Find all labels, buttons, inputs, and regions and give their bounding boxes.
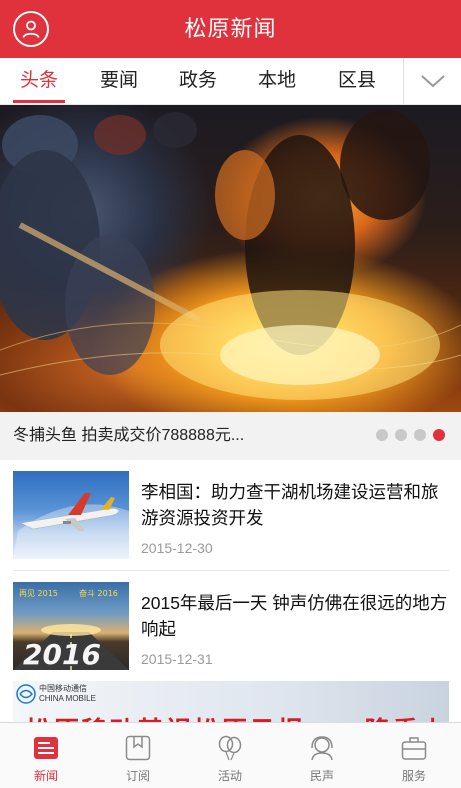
bottom-tab-label: 新闻 bbox=[33, 769, 58, 783]
bottom-tab-label: 活动 bbox=[217, 769, 242, 783]
news-title: 李相国：助力查干湖机场建设运营和旅游资源投资开发 bbox=[141, 482, 439, 528]
road-2016-image: 再见 2015 奋斗 2016 2016 bbox=[13, 588, 129, 670]
china-mobile-logo-text: 中国移动通信 CHINA MOBILE bbox=[39, 684, 96, 703]
tab-districts[interactable]: 区县 bbox=[327, 58, 387, 104]
briefcase-icon bbox=[401, 737, 427, 760]
winter-fishing-photo bbox=[0, 110, 461, 400]
active-tab-indicator bbox=[13, 100, 65, 103]
tab-local[interactable]: 本地 bbox=[247, 58, 307, 104]
promo-banner[interactable]: 中国移动通信 CHINA MOBILE 松原移动基视松原日报APP隆重上线 bbox=[13, 681, 449, 727]
more-tabs-button[interactable] bbox=[403, 58, 461, 104]
app-header: 松原新闻 bbox=[0, 0, 461, 58]
bookmark-icon bbox=[125, 735, 151, 761]
bottom-tab-news[interactable]: 新闻 bbox=[0, 723, 92, 788]
news-icon bbox=[34, 737, 58, 759]
news-list-item[interactable]: 再见 2015 奋斗 2016 2016 2015年最后一天 钟声仿佛在很远的地… bbox=[13, 582, 449, 674]
news-thumbnail: 再见 2015 奋斗 2016 2016 bbox=[13, 582, 129, 670]
news-date: 2015-12-31 bbox=[141, 651, 213, 667]
bottom-tab-services[interactable]: 服务 bbox=[368, 723, 460, 788]
bottom-tab-public-voice[interactable]: 民声 bbox=[276, 723, 368, 788]
china-mobile-logo-icon bbox=[16, 684, 36, 704]
bottom-tab-events[interactable]: 活动 bbox=[184, 723, 276, 788]
tab-headlines[interactable]: 头条 bbox=[9, 58, 69, 104]
carousel-dot[interactable] bbox=[414, 429, 426, 441]
headset-icon bbox=[311, 736, 333, 761]
list-divider bbox=[13, 570, 449, 571]
carousel-caption-bar: 冬捕头鱼 拍卖成交价788888元... bbox=[0, 412, 461, 460]
balloon-icon bbox=[218, 735, 242, 761]
tab-government[interactable]: 政务 bbox=[168, 58, 228, 104]
carousel-pagination bbox=[376, 429, 445, 441]
thumb-year: 2016 bbox=[23, 638, 101, 670]
carousel-dot[interactable] bbox=[376, 429, 388, 441]
bottom-tab-bar: 新闻 订阅 活动 民声 服务 bbox=[0, 722, 461, 788]
bottom-tab-label: 民声 bbox=[309, 769, 334, 783]
category-tabs: 头条 要闻 政务 本地 区县 bbox=[0, 58, 461, 105]
app-root: 松原新闻 头条 要闻 政务 本地 区县 冬捕头鱼 拍卖成交价788888元...… bbox=[0, 0, 461, 788]
chevron-down-icon bbox=[420, 75, 445, 88]
carousel-caption[interactable]: 冬捕头鱼 拍卖成交价788888元... bbox=[13, 412, 244, 460]
carousel-image[interactable] bbox=[0, 105, 461, 412]
app-title: 松原新闻 bbox=[184, 16, 277, 41]
thumb-text-left: 再见 2015 bbox=[19, 589, 58, 598]
news-date: 2015-12-30 bbox=[141, 540, 213, 556]
thumb-text-right: 奋斗 2016 bbox=[79, 588, 118, 598]
carousel-dot[interactable] bbox=[395, 429, 407, 441]
news-thumbnail bbox=[13, 471, 129, 559]
bottom-tab-label: 订阅 bbox=[125, 769, 150, 783]
tab-important-news[interactable]: 要闻 bbox=[89, 58, 149, 104]
bottom-tab-subscribe[interactable]: 订阅 bbox=[92, 723, 184, 788]
news-list-item[interactable]: 李相国：助力查干湖机场建设运营和旅游资源投资开发 2015-12-30 bbox=[13, 471, 449, 563]
news-title: 2015年最后一天 钟声仿佛在很远的地方响起 bbox=[141, 593, 448, 639]
bottom-tab-label: 服务 bbox=[401, 769, 426, 783]
airplane-image bbox=[13, 493, 129, 559]
carousel-dot-active[interactable] bbox=[433, 429, 445, 441]
